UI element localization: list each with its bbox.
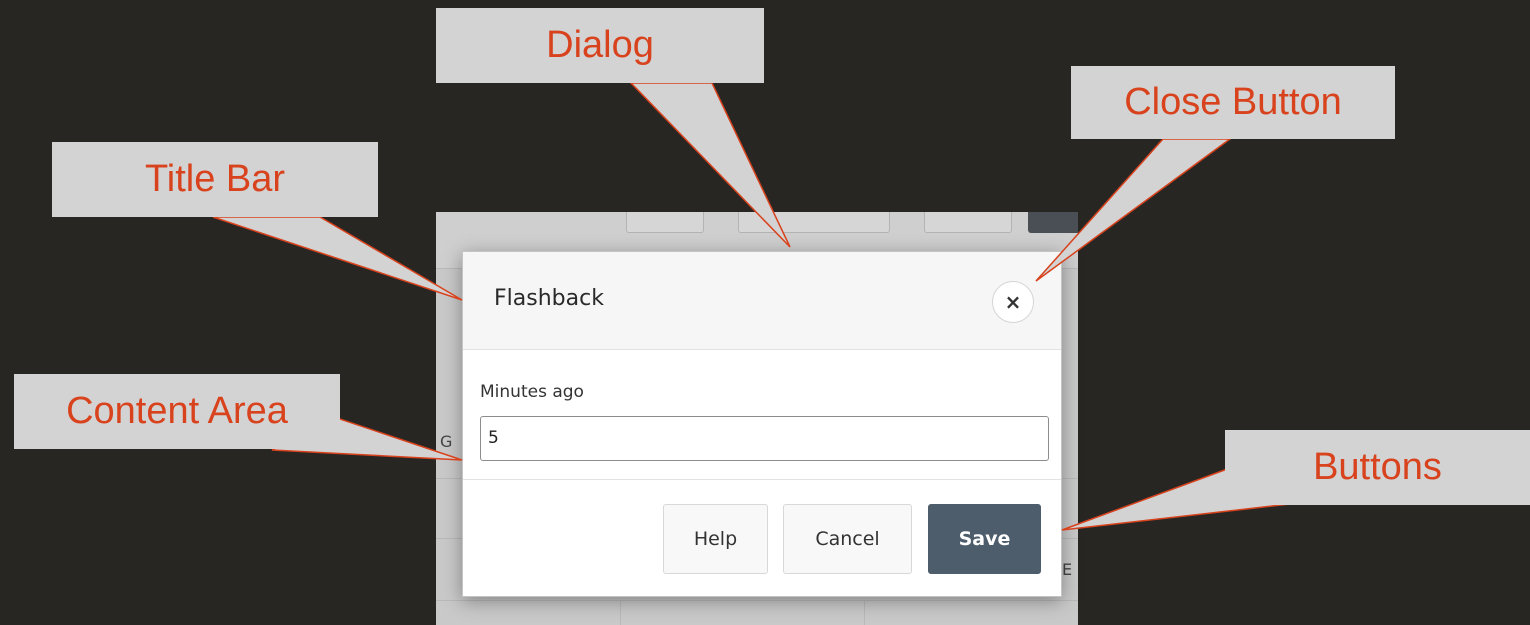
title-bar-callout-pointer xyxy=(212,216,463,301)
buttons-callout-label: Buttons xyxy=(1313,446,1442,488)
dialog-callout: Dialog xyxy=(436,8,764,83)
title-bar-callout-label: Title Bar xyxy=(144,158,286,200)
buttons-callout: Buttons xyxy=(1225,430,1530,505)
content-area-callout: Content Area xyxy=(14,374,340,449)
close-button-callout-pointer xyxy=(1035,138,1233,282)
dialog-callout-label: Dialog xyxy=(546,24,654,66)
close-button-callout-label: Close Button xyxy=(1124,81,1342,123)
content-area-callout-label: Content Area xyxy=(66,390,288,432)
close-button-callout: Close Button xyxy=(1071,66,1395,139)
title-bar-callout: Title Bar xyxy=(52,142,378,217)
dialog-callout-pointer xyxy=(629,82,791,248)
